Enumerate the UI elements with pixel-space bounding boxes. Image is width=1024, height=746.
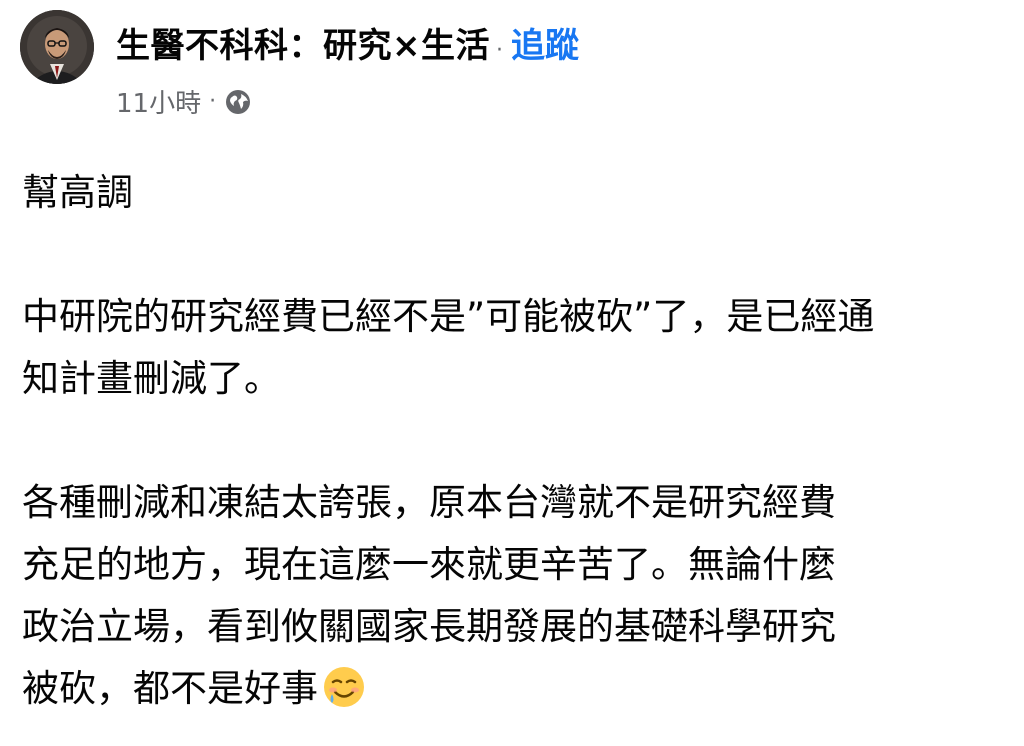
- text-line: 被砍，都不是好事: [22, 667, 318, 710]
- name-row: 生醫不科科：研究×生活 · 追蹤: [116, 18, 579, 67]
- timestamp-separator: ·: [209, 89, 217, 114]
- post-header: 生醫不科科：研究×生活 · 追蹤 11小時 ·: [20, 10, 579, 120]
- text-line: 知計畫刪減了。: [22, 357, 281, 400]
- follow-button[interactable]: 追蹤: [511, 18, 579, 67]
- text-line: 中研院的研究經費已經不是”可能被砍”了，是已經通: [22, 295, 875, 338]
- post-body: 幫高調 中研院的研究經費已經不是”可能被砍”了，是已經通 知計畫刪減了。 各種刪…: [22, 162, 1007, 720]
- post-subtitle: 11小時 ·: [116, 83, 579, 120]
- text-line: 各種刪減和凍結太誇張，原本台灣就不是研究經費: [22, 481, 836, 524]
- post-meta: 生醫不科科：研究×生活 · 追蹤 11小時 ·: [116, 18, 579, 120]
- smiling-face-with-tear-icon: [322, 665, 366, 709]
- paragraph-2: 中研院的研究經費已經不是”可能被砍”了，是已經通 知計畫刪減了。: [22, 286, 1007, 410]
- post-timestamp[interactable]: 11小時: [116, 83, 201, 120]
- paragraph-1: 幫高調: [22, 162, 1007, 224]
- paragraph-3: 各種刪減和凍結太誇張，原本台灣就不是研究經費 充足的地方，現在這麼一來就更辛苦了…: [22, 472, 1007, 720]
- profile-picture: [20, 10, 94, 84]
- avatar[interactable]: [20, 10, 94, 84]
- name-separator: ·: [496, 38, 503, 63]
- globe-icon[interactable]: [224, 88, 252, 116]
- text-line: 幫高調: [22, 171, 133, 214]
- text-line: 政治立場，看到攸關國家長期發展的基礎科學研究: [22, 605, 836, 648]
- page-name-link[interactable]: 生醫不科科：研究×生活: [116, 18, 490, 67]
- facebook-post: 生醫不科科：研究×生活 · 追蹤 11小時 · 幫高調 中研院的研究經費已經不是…: [0, 0, 1024, 746]
- text-line: 充足的地方，現在這麼一來就更辛苦了。無論什麼: [22, 543, 836, 586]
